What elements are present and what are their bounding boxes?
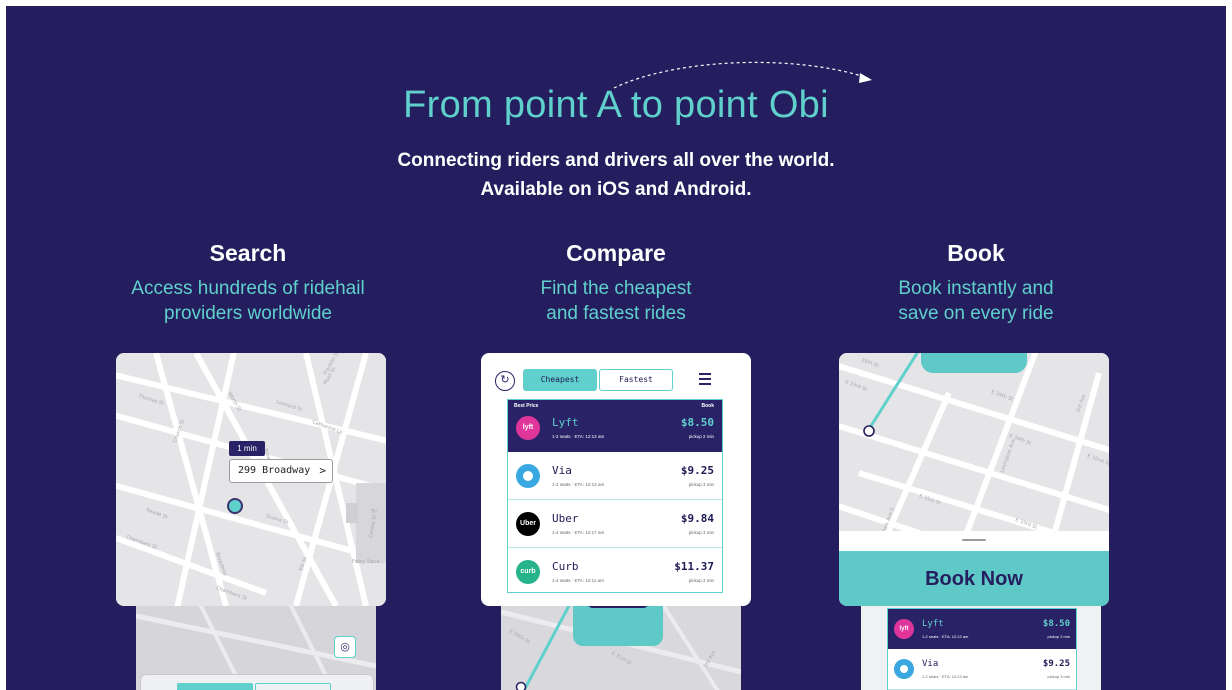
chevron-right-icon: > xyxy=(319,464,326,477)
eta-badge: 1 min xyxy=(229,441,265,456)
provider-name: Lyft xyxy=(552,416,579,429)
feature-search: Search Access hundreds of ridehail provi… xyxy=(58,238,438,326)
provider-name: Via xyxy=(552,464,572,477)
subtitle-line-1: Connecting riders and drivers all over t… xyxy=(397,150,835,171)
ride-price: $11.37 xyxy=(674,560,714,573)
tab-fastest[interactable]: Fastest xyxy=(599,369,673,391)
subtitle-line-2: Available on iOS and Android. xyxy=(480,179,752,200)
feature-heading: Compare xyxy=(566,240,666,266)
ride-row-via[interactable]: Via 1-2 seats · ETA: 12:13 am $9.25 pick… xyxy=(888,649,1076,690)
book-label: Book xyxy=(701,403,715,409)
street-label: Tri xyxy=(370,509,377,515)
feature-book: Book Book instantly and save on every ri… xyxy=(786,238,1166,326)
curb-logo-icon: curb xyxy=(516,560,540,584)
pickup-time: pickup 3 min xyxy=(688,530,714,535)
provider-name: Via xyxy=(922,659,939,669)
ride-price: $8.50 xyxy=(1042,619,1070,629)
best-price-label: Best Price xyxy=(514,403,539,409)
lyft-logo-icon: lyft xyxy=(516,416,540,440)
menu-icon[interactable] xyxy=(699,373,711,388)
ride-price: $9.25 xyxy=(680,464,714,477)
location-pin[interactable] xyxy=(227,498,243,514)
ride-row-via[interactable]: Via 1-2 seats · ETA: 12:13 am $9.25 pick… xyxy=(508,452,722,500)
book-phone-mockup: lyft Lyft 1-2 seats · ETA: 12:13 am $8.5… xyxy=(861,602,1101,690)
feature-description: Access hundreds of ridehail providers wo… xyxy=(131,278,365,324)
compare-phone-mockup: E 30th St E 31st St 3rd Ave xyxy=(501,602,741,690)
ride-details: 1-2 seats · ETA: 12:13 am xyxy=(922,634,969,639)
ride-details: 1-2 seats · ETA: 12:13 am xyxy=(922,674,969,679)
via-logo-icon xyxy=(516,464,540,488)
street-label: Foley Squa xyxy=(352,559,379,565)
ride-details: 1-4 seats · ETA: 12:17 am xyxy=(552,530,605,535)
lyft-logo-icon: lyft xyxy=(894,619,914,639)
ride-row-curb[interactable]: curb Curb 1-4 seats · ETA: 12:11 am $11.… xyxy=(508,548,722,592)
search-card: Thomas St Worth St Leonard St Franklin S… xyxy=(116,353,386,606)
refresh-icon[interactable]: ↻ xyxy=(495,371,515,391)
address-text: 299 Broadway xyxy=(238,465,311,476)
top-tab xyxy=(921,353,1027,373)
hero-section: From point A to point Obi Connecting rid… xyxy=(6,6,1226,690)
bottom-sheet xyxy=(140,674,374,690)
provider-name: Lyft xyxy=(922,619,944,629)
uber-logo-icon: Uber xyxy=(516,512,540,536)
ride-list: lyft Lyft 1-2 seats · ETA: 12:13 am $8.5… xyxy=(887,608,1077,690)
ride-details: 1-4 seats · ETA: 12:11 am xyxy=(552,578,604,583)
best-price-row[interactable]: lyft Lyft 1-2 seats · ETA: 12:13 am $8.5… xyxy=(888,609,1076,649)
ride-details: 1-2 seats · ETA: 12:13 am xyxy=(552,434,605,439)
feature-description: Book instantly and save on every ride xyxy=(898,278,1054,324)
via-logo-icon xyxy=(894,659,914,679)
locate-icon[interactable]: ◎ xyxy=(334,636,356,658)
feature-description: Find the cheapest and fastest rides xyxy=(540,278,692,324)
pickup-time: pickup 3 min xyxy=(688,482,714,487)
ride-list: Best Price Book lyft Lyft 1-2 seats · ET… xyxy=(507,399,723,593)
provider-name: Curb xyxy=(552,560,579,573)
feature-heading: Book xyxy=(947,240,1005,266)
pickup-time: pickup 3 min xyxy=(1047,674,1070,679)
ride-details: 1-2 seats · ETA: 12:13 am xyxy=(552,482,605,487)
bottom-sheet xyxy=(839,531,1109,553)
compare-card: ↻ Cheapest Fastest Best Price Book lyft … xyxy=(481,353,751,606)
ride-price: $9.84 xyxy=(680,512,714,525)
obi-tab xyxy=(573,602,663,646)
tab-cheapest[interactable]: Cheapest xyxy=(523,369,597,391)
pickup-time: pickup 2 min xyxy=(688,578,714,583)
tab-fastest-ghost[interactable] xyxy=(255,683,331,690)
provider-name: Uber xyxy=(552,512,579,525)
sheet-handle[interactable] xyxy=(962,539,986,541)
tab-cheapest-ghost[interactable] xyxy=(177,683,253,690)
pickup-time: pickup 2 min xyxy=(1047,634,1070,639)
pickup-time: pickup 2 min xyxy=(688,434,714,439)
search-phone-mockup: ◎ xyxy=(136,596,376,690)
book-now-button[interactable]: Book Now xyxy=(839,551,1109,606)
ride-price: $9.25 xyxy=(1042,659,1070,669)
address-pill[interactable]: 299 Broadway > xyxy=(229,459,333,483)
book-card: E 34th St E 33rd St E 34th St Lexington … xyxy=(839,353,1109,606)
ride-price: $8.50 xyxy=(680,416,714,429)
feature-compare: Compare Find the cheapest and fastest ri… xyxy=(426,238,806,326)
feature-heading: Search xyxy=(209,240,287,266)
page-subtitle: Connecting riders and drivers all over t… xyxy=(6,146,1226,204)
page-title: From point A to point Obi xyxy=(403,84,829,126)
ride-row-uber[interactable]: Uber Uber 1-4 seats · ETA: 12:17 am $9.8… xyxy=(508,500,722,548)
best-price-row[interactable]: Best Price Book lyft Lyft 1-2 seats · ET… xyxy=(508,400,722,452)
